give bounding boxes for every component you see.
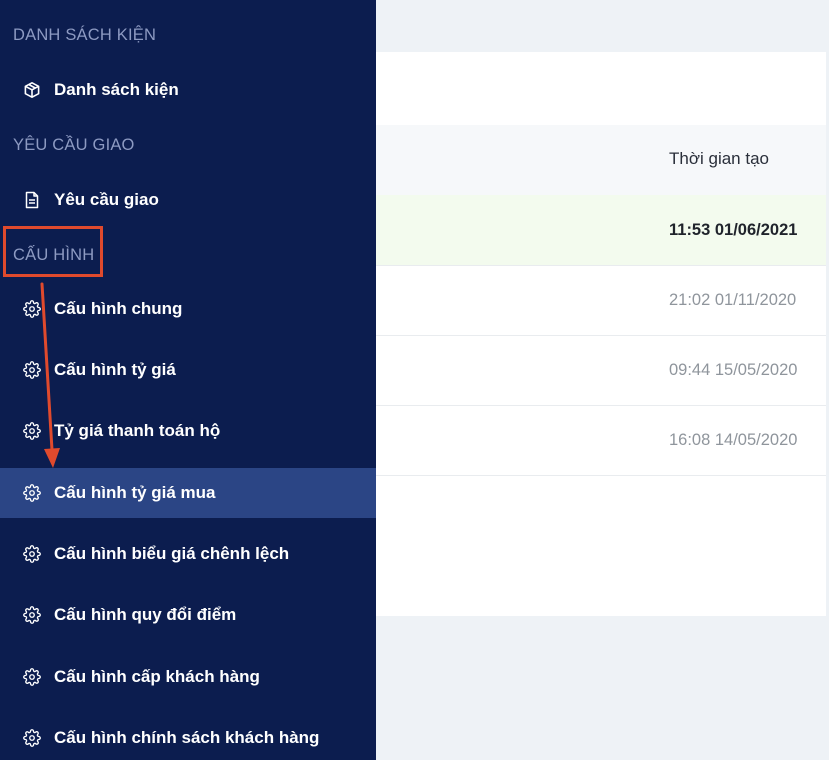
sidebar-item-yeu-cau-giao[interactable]: Yêu cầu giao (0, 175, 376, 225)
sidebar-item-cau-hinh-ty-gia[interactable]: Cấu hình tỷ giá (0, 345, 376, 395)
table-row[interactable]: 21:02 01/11/2020 (376, 265, 826, 336)
sidebar-item-label: Cấu hình quy đổi điểm (54, 605, 237, 624)
sidebar-item-cau-hinh-ty-gia-mua[interactable]: Cấu hình tỷ giá mua (0, 468, 376, 518)
section-label-yeu-cau-giao: YÊU CẦU GIAO (13, 136, 135, 154)
main-content: Thời gian tạo 11:53 01/06/2021 21:02 01/… (376, 0, 829, 760)
sidebar-item-label: Cấu hình biểu giá chênh lệch (54, 544, 290, 563)
gear-icon (23, 361, 41, 379)
sidebar-item-label: Cấu hình chung (54, 299, 183, 318)
gear-icon (23, 545, 41, 563)
sidebar-item-cau-hinh-cap-khach-hang[interactable]: Cấu hình cấp khách hàng (0, 652, 376, 702)
sidebar-item-label: Cấu hình tỷ giá mua (54, 483, 216, 502)
table-row[interactable]: 09:44 15/05/2020 (376, 335, 826, 406)
table-card: Thời gian tạo 11:53 01/06/2021 21:02 01/… (376, 52, 826, 616)
sidebar-item-label: Cấu hình chính sách khách hàng (54, 728, 320, 747)
created-time-cell: 11:53 01/06/2021 (669, 221, 798, 239)
table-row[interactable]: 11:53 01/06/2021 (376, 195, 826, 266)
gear-icon (23, 606, 41, 624)
sidebar-item-cau-hinh-chung[interactable]: Cấu hình chung (0, 284, 376, 334)
section-label-cau-hinh: CẤU HÌNH (13, 246, 95, 264)
sidebar: DANH SÁCH KIỆN Danh sách kiện YÊU CẦU GI… (0, 0, 376, 760)
sidebar-item-label: Cấu hình cấp khách hàng (54, 667, 260, 686)
gear-icon (23, 729, 41, 747)
top-bar (376, 0, 829, 52)
section-label-danh-sach-kien: DANH SÁCH KIỆN (13, 26, 157, 44)
sidebar-item-label: Cấu hình tỷ giá (54, 360, 176, 379)
sidebar-item-cau-hinh-quy-doi-diem[interactable]: Cấu hình quy đổi điểm (0, 590, 376, 640)
document-icon (23, 191, 41, 209)
gear-icon (23, 484, 41, 502)
sidebar-item-label: Yêu cầu giao (54, 190, 159, 209)
created-time-cell: 21:02 01/11/2020 (669, 291, 797, 309)
sidebar-item-danh-sach-kien[interactable]: Danh sách kiện (0, 65, 376, 115)
gear-icon (23, 668, 41, 686)
sidebar-item-label: Danh sách kiện (54, 80, 179, 99)
created-time-cell: 16:08 14/05/2020 (669, 431, 798, 449)
sidebar-item-cau-hinh-bieu-gia-chenh-lech[interactable]: Cấu hình biểu giá chênh lệch (0, 529, 376, 579)
sidebar-item-ty-gia-thanh-toan-ho[interactable]: Tỷ giá thanh toán hộ (0, 406, 376, 456)
table-header: Thời gian tạo (376, 125, 826, 196)
package-icon (23, 81, 41, 99)
sidebar-item-cau-hinh-chinh-sach-khach-hang[interactable]: Cấu hình chính sách khách hàng (0, 713, 376, 760)
gear-icon (23, 300, 41, 318)
sidebar-item-label: Tỷ giá thanh toán hộ (54, 421, 221, 440)
table-row[interactable]: 16:08 14/05/2020 (376, 405, 826, 476)
gear-icon (23, 422, 41, 440)
created-time-cell: 09:44 15/05/2020 (669, 361, 798, 379)
column-header-created-time[interactable]: Thời gian tạo (669, 149, 769, 169)
